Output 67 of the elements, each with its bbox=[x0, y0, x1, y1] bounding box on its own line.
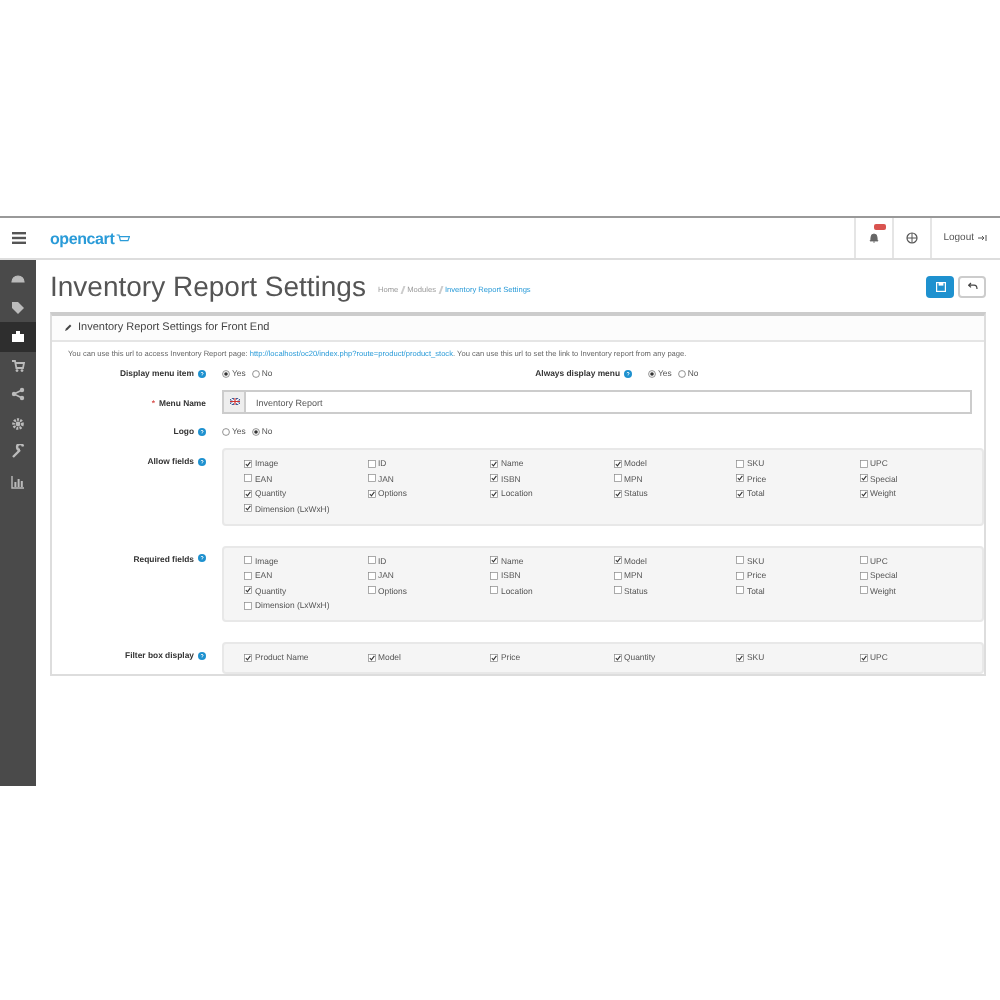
help-icon bbox=[198, 554, 206, 562]
checkbox[interactable] bbox=[859, 459, 867, 467]
checkbox[interactable] bbox=[736, 489, 744, 497]
checkbox[interactable] bbox=[244, 474, 252, 482]
radio-button[interactable] bbox=[677, 369, 686, 377]
logo-text: opencart bbox=[50, 229, 115, 247]
checkbox[interactable] bbox=[490, 459, 498, 467]
checkbox[interactable] bbox=[736, 459, 744, 467]
checkbox[interactable] bbox=[244, 556, 252, 564]
checkbox[interactable] bbox=[613, 586, 621, 594]
checkbox[interactable] bbox=[244, 601, 252, 609]
checkbox[interactable] bbox=[490, 556, 498, 564]
pencil-icon bbox=[64, 324, 72, 332]
flag-icon bbox=[229, 398, 239, 406]
help-icon bbox=[624, 369, 632, 377]
radio-button[interactable] bbox=[251, 369, 260, 377]
checkbox[interactable] bbox=[736, 556, 744, 564]
checkbox[interactable] bbox=[613, 474, 621, 482]
checkbox[interactable] bbox=[859, 586, 867, 594]
checkbox[interactable] bbox=[613, 556, 621, 564]
checkbox[interactable] bbox=[367, 586, 375, 594]
checkbox[interactable] bbox=[859, 571, 867, 579]
back-arrow-icon bbox=[967, 282, 977, 290]
checkbox[interactable] bbox=[244, 489, 252, 497]
checkbox[interactable] bbox=[367, 571, 375, 579]
checkbox[interactable] bbox=[490, 586, 498, 594]
checkbox[interactable] bbox=[367, 459, 375, 467]
bell-icon[interactable] bbox=[853, 218, 892, 258]
checkbox[interactable] bbox=[736, 653, 744, 661]
radio-button[interactable] bbox=[222, 427, 230, 435]
checkbox[interactable] bbox=[367, 474, 375, 482]
checkbox[interactable] bbox=[736, 571, 744, 579]
save-button[interactable] bbox=[926, 275, 954, 297]
checkbox[interactable] bbox=[490, 653, 498, 661]
checkbox[interactable] bbox=[613, 489, 621, 497]
checkbox[interactable] bbox=[244, 586, 252, 594]
checkbox[interactable] bbox=[490, 474, 498, 482]
checkbox[interactable] bbox=[244, 459, 252, 467]
checkbox[interactable] bbox=[490, 571, 498, 579]
save-icon bbox=[935, 281, 945, 291]
help-icon bbox=[198, 369, 206, 377]
checkbox[interactable] bbox=[367, 489, 375, 497]
checkbox[interactable] bbox=[613, 571, 621, 579]
logout-icon bbox=[978, 234, 988, 242]
page-title: Inventory Report Settings bbox=[50, 270, 366, 302]
checkbox[interactable] bbox=[736, 586, 744, 594]
checkbox[interactable] bbox=[736, 474, 744, 482]
checkbox[interactable] bbox=[859, 474, 867, 482]
help-icon bbox=[198, 457, 206, 465]
checkbox[interactable] bbox=[859, 489, 867, 497]
checkbox[interactable] bbox=[244, 504, 252, 512]
radio-button[interactable] bbox=[648, 369, 656, 377]
checkbox[interactable] bbox=[490, 489, 498, 497]
checkbox[interactable] bbox=[244, 653, 252, 661]
checkbox[interactable] bbox=[613, 653, 621, 661]
checkbox[interactable] bbox=[859, 556, 867, 564]
help-icon bbox=[198, 651, 206, 659]
checkbox[interactable] bbox=[367, 556, 375, 564]
checkbox[interactable] bbox=[613, 459, 621, 467]
radio-button[interactable] bbox=[222, 369, 230, 377]
checkbox[interactable] bbox=[244, 571, 252, 579]
radio-button[interactable] bbox=[251, 427, 260, 435]
help-icon bbox=[198, 427, 206, 435]
back-button[interactable] bbox=[958, 275, 986, 297]
cart-icon bbox=[116, 233, 131, 243]
checkbox[interactable] bbox=[859, 653, 867, 661]
checkbox[interactable] bbox=[367, 653, 375, 661]
